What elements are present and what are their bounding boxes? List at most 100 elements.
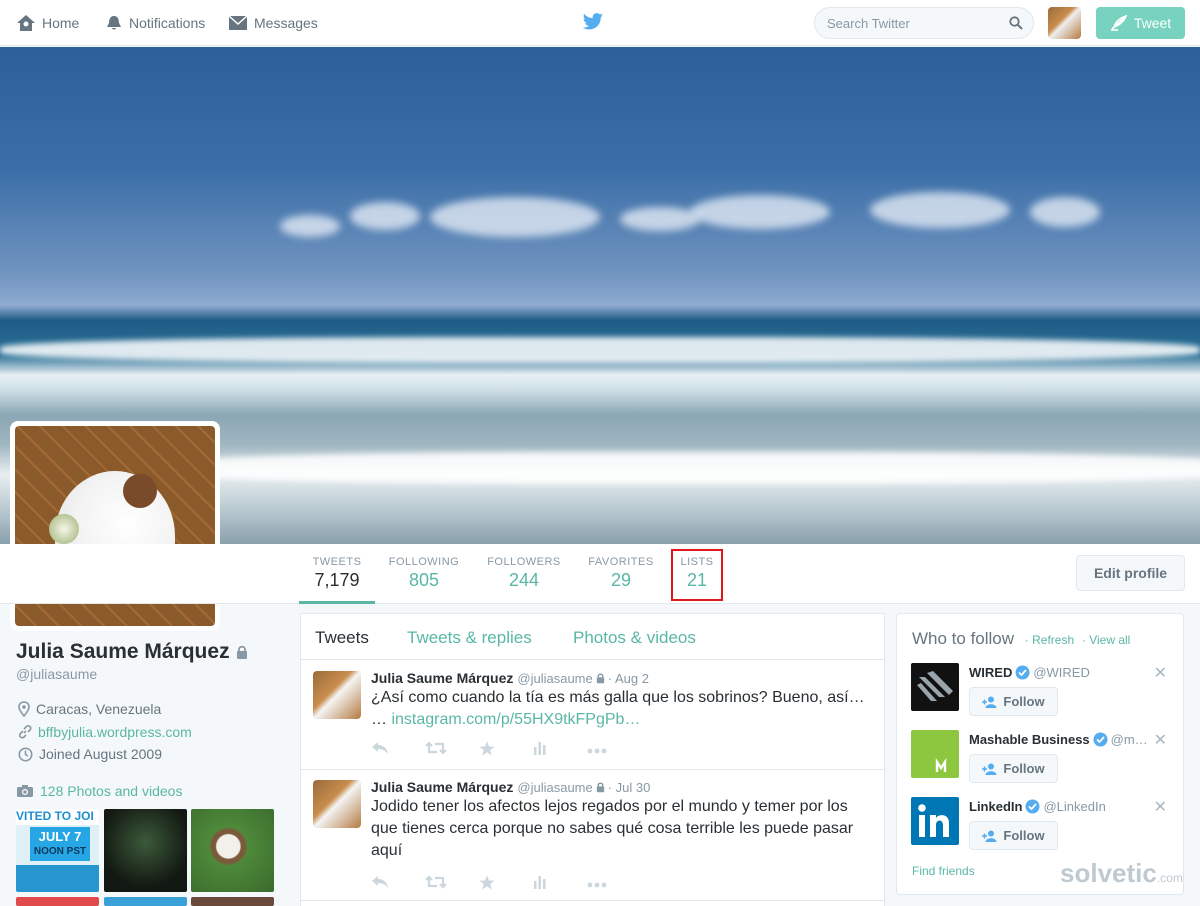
add-user-icon	[982, 696, 997, 708]
profile-joined: Joined August 2009	[18, 746, 162, 762]
tweets-timeline: Tweets Tweets & replies Photos & videos …	[300, 613, 885, 906]
photo-thumb-5[interactable]	[104, 897, 187, 906]
reply-icon[interactable]	[371, 875, 389, 889]
profile-name: Julia Saume Márquez	[16, 640, 248, 664]
stat-following-value: 805	[408, 570, 440, 590]
retweet-icon[interactable]	[425, 875, 447, 889]
link-icon	[18, 725, 32, 739]
more-icon[interactable]	[587, 882, 607, 888]
timeline-tabs: Tweets Tweets & replies Photos & videos	[301, 614, 884, 660]
who-to-follow-header: Who to follow · Refresh · View all	[912, 629, 1130, 649]
watermark-sub: .com	[1156, 871, 1183, 885]
add-user-icon	[982, 830, 997, 842]
verified-badge-icon	[1025, 799, 1040, 814]
profile-website[interactable]: bffbyjulia.wordpress.com	[18, 724, 192, 740]
tweet-avatar[interactable]	[313, 780, 361, 828]
profile-joined-text: Joined August 2009	[39, 746, 162, 762]
tab-tweets[interactable]: Tweets	[315, 628, 369, 648]
stat-followers-value: 244	[508, 570, 540, 590]
tweet-author-name[interactable]: Julia Saume Márquez	[371, 670, 513, 686]
nav-notifications[interactable]: Notifications	[105, 0, 205, 46]
find-friends-link[interactable]: Find friends	[912, 864, 975, 878]
retweet-icon[interactable]	[425, 741, 447, 755]
stat-tweets[interactable]: TWEETS 7,179	[299, 544, 375, 604]
who-to-follow-title: Who to follow	[912, 629, 1015, 648]
tweet-link[interactable]: instagram.com/p/55HX9tkFPgPb…	[391, 711, 640, 728]
add-user-icon	[982, 763, 997, 775]
tweet-avatar[interactable]	[313, 671, 361, 719]
tweet-author-handle[interactable]: @juliasaume	[517, 671, 592, 686]
stat-favorites[interactable]: FAVORITES 29	[584, 544, 658, 604]
photo-thumb-3[interactable]	[191, 809, 274, 892]
stat-favorites-label: FAVORITES	[588, 556, 654, 568]
mashable-avatar[interactable]	[911, 730, 959, 778]
suggestion-name[interactable]: LinkedIn	[969, 799, 1022, 814]
solvetic-watermark: solvetic.com	[1060, 858, 1183, 889]
reply-icon[interactable]	[371, 741, 389, 755]
tweet-author-handle[interactable]: @juliasaume	[517, 780, 592, 795]
search-input[interactable]	[815, 8, 995, 38]
follow-button-label: Follow	[1003, 694, 1045, 709]
stat-followers[interactable]: FOLLOWERS 244	[483, 544, 565, 604]
clock-icon	[18, 747, 33, 761]
suggestion-name[interactable]: Mashable Business	[969, 732, 1090, 747]
tweet-author-name[interactable]: Julia Saume Márquez	[371, 779, 513, 795]
dismiss-icon[interactable]: ✕	[1154, 663, 1167, 683]
suggestion-mashable-business: Mashable Business @m… ✕ Follow	[911, 730, 1173, 790]
wired-avatar[interactable]	[911, 663, 959, 711]
stat-following-label: FOLLOWING	[388, 556, 460, 568]
profile-handle[interactable]: @juliasaume	[16, 666, 97, 682]
profile-location-text: Caracas, Venezuela	[36, 701, 162, 717]
edit-profile-button[interactable]: Edit profile	[1076, 555, 1185, 591]
verified-badge-icon	[1015, 665, 1030, 680]
suggestion-name-row: WIRED @WIRED	[969, 665, 1090, 680]
follow-button[interactable]: Follow	[969, 754, 1058, 783]
photo-thumb-2[interactable]	[104, 809, 187, 892]
suggestion-name-row: Mashable Business @m…	[969, 732, 1148, 747]
nav-notifications-label: Notifications	[129, 15, 206, 31]
quill-icon	[1110, 15, 1128, 31]
account-avatar[interactable]	[1048, 7, 1081, 39]
stat-followers-label: FOLLOWERS	[487, 556, 561, 568]
thumb-1-invite-text: VITED TO JOI	[16, 809, 99, 825]
tweet-text: ¿Así como cuando la tía es más galla que…	[371, 687, 871, 731]
search-icon[interactable]	[1009, 16, 1023, 30]
linkedin-avatar[interactable]	[911, 797, 959, 845]
dismiss-icon[interactable]: ✕	[1154, 797, 1167, 817]
analytics-icon[interactable]	[533, 875, 547, 889]
camera-icon	[17, 785, 33, 797]
star-icon[interactable]	[479, 741, 495, 756]
more-icon[interactable]	[587, 748, 607, 754]
tab-tweets-and-replies[interactable]: Tweets & replies	[407, 628, 532, 648]
star-icon[interactable]	[479, 875, 495, 890]
tweet-ellipsis: …	[371, 711, 387, 728]
compose-tweet-button[interactable]: Tweet	[1096, 7, 1185, 39]
tweet-item[interactable]: Julia Saume Márquez @juliasaume · Aug 2 …	[301, 661, 884, 770]
stat-tweets-label: TWEETS	[312, 556, 362, 568]
suggestion-linkedin: LinkedIn @LinkedIn ✕ Follow	[911, 797, 1173, 857]
photo-thumb-4[interactable]	[16, 897, 99, 906]
view-all-link[interactable]: · View all	[1082, 633, 1130, 647]
follow-button[interactable]: Follow	[969, 821, 1058, 850]
photo-thumb-6[interactable]	[191, 897, 274, 906]
stat-tweets-value: 7,179	[314, 570, 360, 590]
analytics-icon[interactable]	[533, 741, 547, 755]
suggestion-name[interactable]: WIRED	[969, 665, 1012, 680]
stat-following[interactable]: FOLLOWING 805	[384, 544, 464, 604]
suggestion-handle: @WIRED	[1033, 665, 1090, 680]
who-to-follow-module: Who to follow · Refresh · View all WIRED…	[896, 613, 1184, 895]
refresh-link[interactable]: · Refresh	[1025, 633, 1074, 647]
tweet-item[interactable]: Julia Saume Márquez @juliasaume · Jul 30…	[301, 770, 884, 901]
follow-button[interactable]: Follow	[969, 687, 1058, 716]
tweet-timestamp[interactable]: · Aug 2	[608, 671, 649, 686]
watermark-main: solvetic	[1060, 858, 1157, 888]
photos-and-videos-link[interactable]: 128 Photos and videos	[16, 783, 182, 799]
nav-messages[interactable]: Messages	[228, 0, 318, 46]
nav-home[interactable]: Home	[16, 0, 79, 46]
profile-website-link[interactable]: bffbyjulia.wordpress.com	[38, 724, 192, 740]
twitter-bird-logo-icon[interactable]	[582, 12, 604, 32]
tab-photos-and-videos[interactable]: Photos & videos	[573, 628, 696, 648]
tweet-timestamp[interactable]: · Jul 30	[608, 780, 651, 795]
dismiss-icon[interactable]: ✕	[1154, 730, 1167, 750]
photo-thumb-1[interactable]: VITED TO JOI JULY 7 NOON PST	[16, 809, 99, 892]
